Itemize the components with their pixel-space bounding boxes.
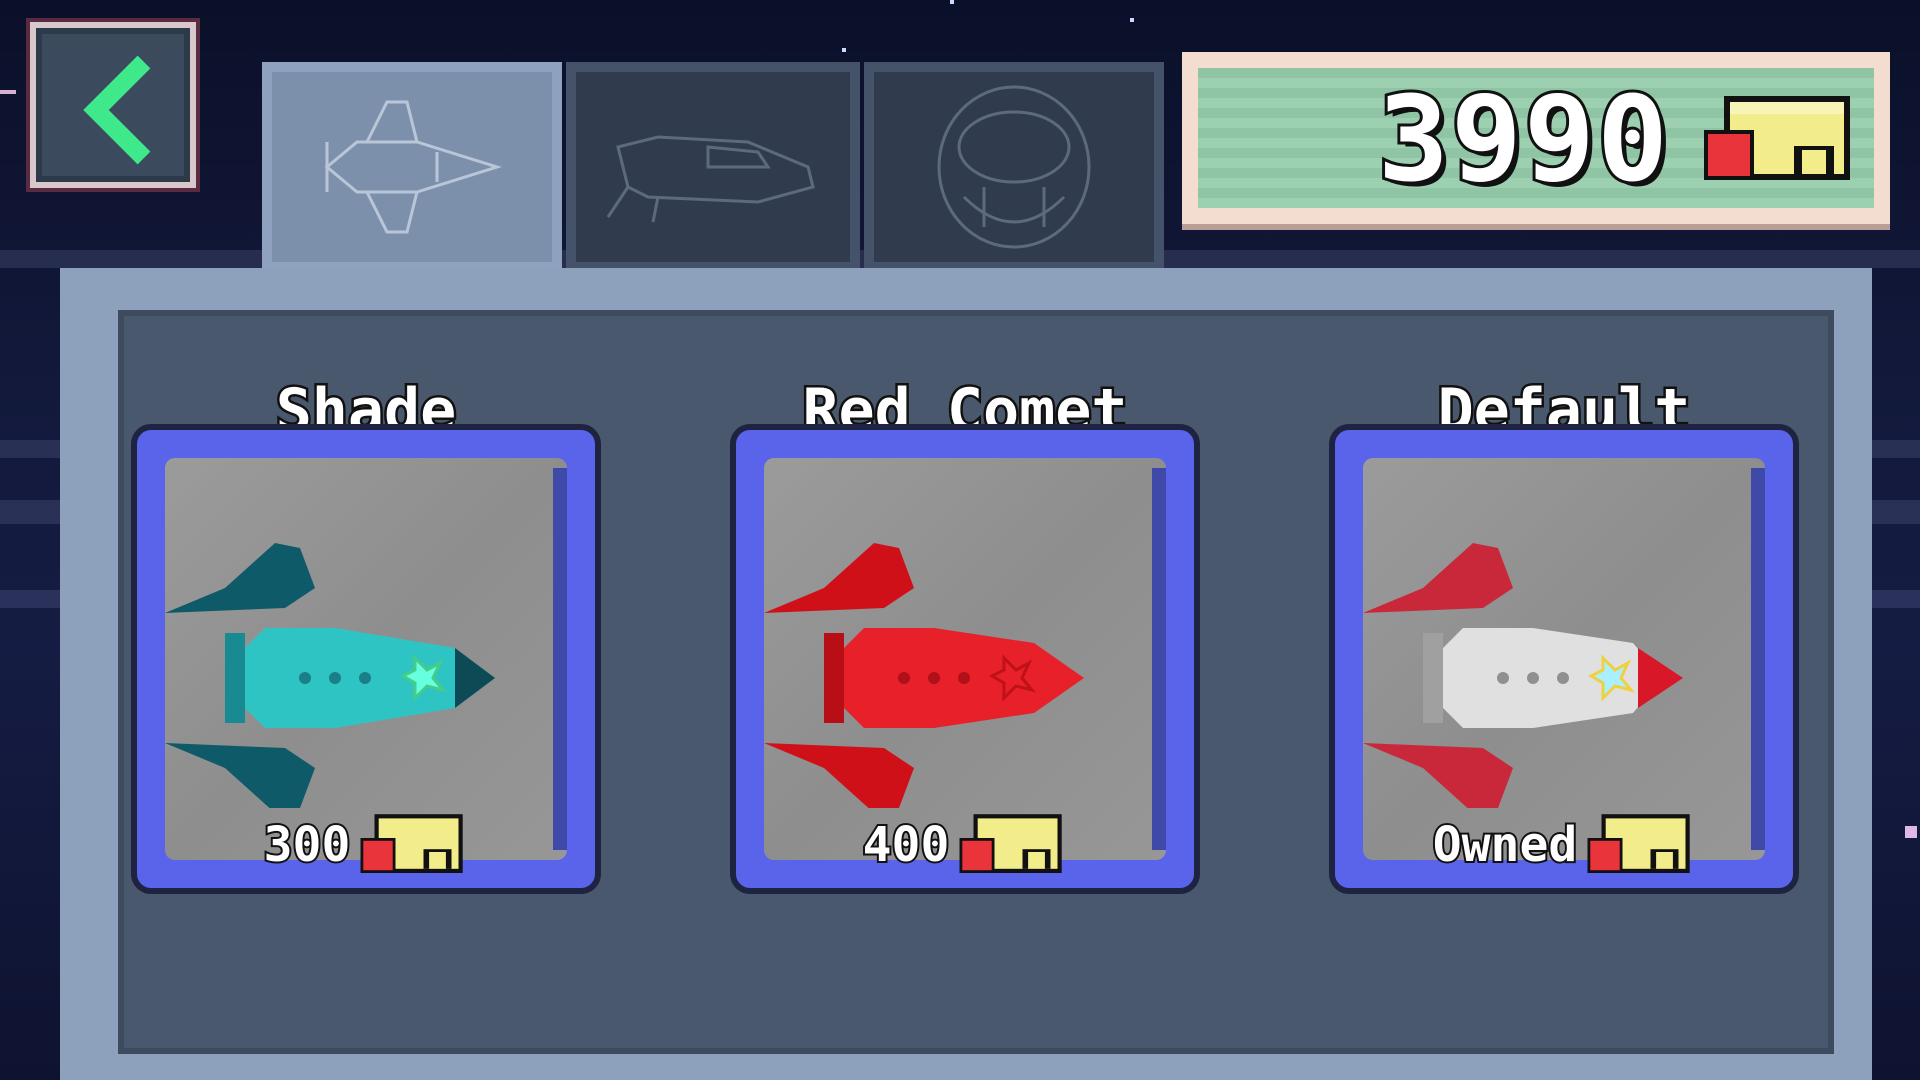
tab-vehicles[interactable] [566,62,860,272]
star [1905,826,1917,838]
coin-balance: 3990 [1375,70,1671,208]
shop-item-card[interactable]: 400 [730,424,1200,894]
back-button[interactable] [26,18,200,192]
item-price: 300 [137,810,595,880]
item-price: Owned [1335,810,1793,880]
coin-ticket-icon [360,814,464,873]
ship-shade-icon [165,543,495,808]
star [1130,18,1134,22]
item-preview [165,458,567,860]
tab-helmets[interactable] [864,62,1164,272]
star [950,0,954,4]
shop-item-card[interactable]: 300 [131,424,601,894]
ship-red-comet-icon [764,543,1084,808]
shop-item-card[interactable]: Owned [1329,424,1799,894]
price-label: 300 [262,815,353,875]
price-label: Owned [1431,815,1579,875]
chevron-left-icon [83,55,151,165]
price-label: 400 [861,815,952,875]
hover-car-outline-icon [606,135,815,223]
coin-ticket-icon [1587,814,1690,873]
coin-counter: 3990 [1182,52,1890,224]
tab-ships[interactable] [262,62,562,272]
star [0,90,16,94]
item-preview [1363,458,1765,860]
item-price: 400 [736,810,1194,880]
helmet-outline-icon [937,85,1091,249]
coin-ticket-icon [959,814,1063,873]
coin-ticket-icon [1704,96,1850,180]
ship-outline-icon [324,100,503,234]
star [842,48,846,52]
item-preview [764,458,1166,860]
ship-default-icon [1363,543,1683,808]
